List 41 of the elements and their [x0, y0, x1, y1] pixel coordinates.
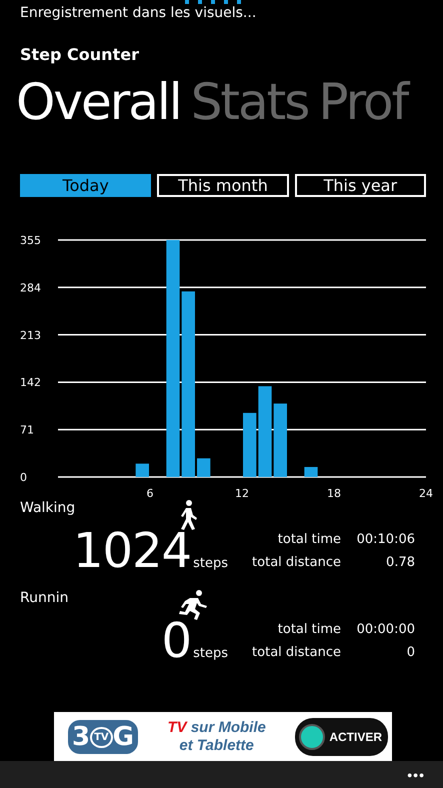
pivot-header[interactable]: Overall	[16, 66, 181, 138]
y-tick-label: 284	[20, 281, 41, 294]
x-tick-label: 24	[419, 487, 433, 500]
activity-name: Runnin	[20, 590, 70, 606]
range-tab[interactable]: This month	[157, 174, 289, 197]
activity-name: Walking	[20, 500, 76, 516]
app-title: Step Counter	[20, 44, 140, 66]
bar	[197, 458, 210, 477]
pivot-header[interactable]: Prof	[318, 66, 408, 138]
step-count: 1024	[72, 526, 192, 576]
x-tick-label: 18	[327, 487, 341, 500]
stat-value: 00:00:00	[356, 622, 415, 637]
stat-label: total distance	[251, 645, 341, 660]
range-tab[interactable]: This year	[294, 174, 426, 197]
running-person-icon	[177, 590, 209, 620]
stat-value: 0	[406, 645, 415, 660]
stat-label: total time	[276, 622, 341, 637]
y-tick-label: 142	[20, 376, 41, 390]
x-tick-label: 6	[146, 487, 154, 500]
bar	[304, 466, 318, 477]
pivot-header[interactable]: Stats	[190, 66, 308, 138]
x-tick-label: 12	[235, 487, 249, 500]
status-text: Enregistrement dans les visuels...	[20, 4, 258, 23]
ad-headline: TV sur Mobile	[167, 719, 266, 737]
bar	[136, 464, 149, 477]
ad-subline: et Tablette	[179, 737, 254, 755]
y-tick-label: 213	[20, 328, 41, 342]
bar	[243, 412, 256, 477]
y-tick-label: 71	[20, 424, 34, 437]
steps-unit: steps	[193, 556, 228, 571]
more-button[interactable]: •••	[389, 761, 443, 788]
range-tab[interactable]: Today	[20, 174, 152, 197]
stat-label: total distance	[251, 555, 341, 570]
stat-label: total time	[276, 532, 341, 547]
y-tick-label: 0	[20, 471, 27, 484]
y-tick-label: 355	[20, 234, 41, 247]
step-count: 0	[162, 616, 192, 666]
activate-button[interactable]: ACTIVER	[295, 718, 388, 756]
stat-value: 00:10:06	[356, 532, 415, 547]
steps-unit: steps	[193, 646, 228, 661]
stat-value: 0.78	[385, 555, 415, 570]
